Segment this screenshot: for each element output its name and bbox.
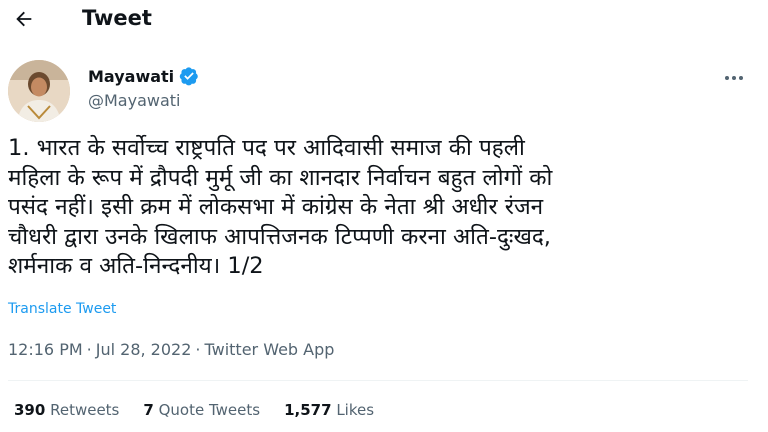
tweet-meta: 12:16 PM · Jul 28, 2022 · Twitter Web App — [8, 340, 334, 359]
author-name-row: Mayawati — [88, 66, 199, 86]
profile-photo — [8, 60, 70, 122]
translate-tweet-link[interactable]: Translate Tweet — [8, 301, 116, 317]
tweet-author: Mayawati @Mayawati — [8, 60, 748, 122]
likes-label: Likes — [336, 401, 375, 419]
more-horizontal-icon — [725, 76, 743, 80]
tweet-date[interactable]: Jul 28, 2022 — [96, 340, 192, 359]
tweet-time[interactable]: 12:16 PM — [8, 340, 83, 359]
retweets-count: 390 — [14, 401, 46, 419]
likes-stat[interactable]: 1,577 Likes — [284, 401, 374, 419]
tweet-stats: 390 Retweets 7 Quote Tweets 1,577 Likes — [14, 401, 398, 419]
meta-separator: · — [86, 340, 92, 359]
avatar[interactable] — [8, 60, 70, 122]
tweet-header: Tweet — [0, 0, 768, 40]
divider — [8, 380, 748, 381]
arrow-left-icon — [16, 11, 32, 27]
quote-tweets-stat[interactable]: 7 Quote Tweets — [143, 401, 260, 419]
author-handle[interactable]: @Mayawati — [88, 91, 181, 110]
verified-badge-icon — [179, 66, 199, 86]
quotes-count: 7 — [143, 401, 154, 419]
quotes-label: Quote Tweets — [158, 401, 261, 419]
meta-separator: · — [195, 340, 201, 359]
retweets-stat[interactable]: 390 Retweets — [14, 401, 119, 419]
tweet-source[interactable]: Twitter Web App — [204, 340, 334, 359]
likes-count: 1,577 — [284, 401, 332, 419]
more-options-button[interactable] — [720, 68, 748, 88]
page-title: Tweet — [82, 6, 152, 30]
back-button[interactable] — [8, 4, 40, 34]
author-name[interactable]: Mayawati — [88, 67, 174, 86]
retweets-label: Retweets — [50, 401, 120, 419]
tweet-text: 1. भारत के सर्वोच्च राष्ट्रपति पद पर आदि… — [8, 135, 553, 279]
